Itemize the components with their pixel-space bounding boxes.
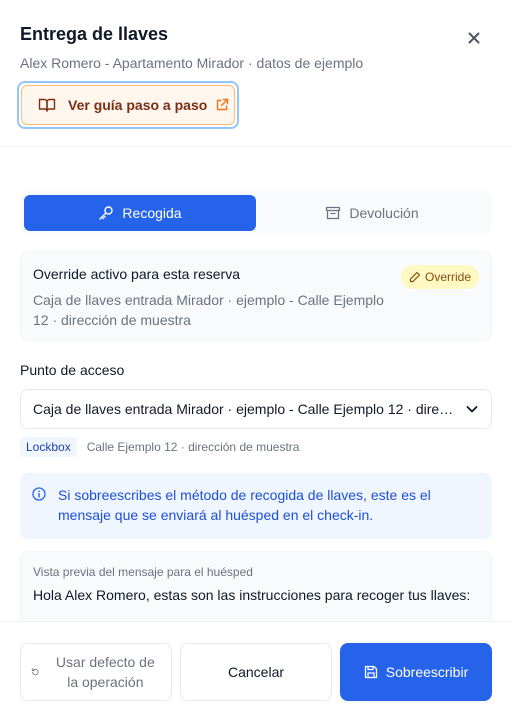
access-point-address: Calle Ejemplo 12 · dirección de muestra <box>86 440 300 454</box>
use-default-label: Usar defecto de la operación <box>55 654 155 690</box>
modal-subtitle: Alex Romero - Apartamento Mirador · dato… <box>20 55 364 71</box>
undo-icon <box>31 668 39 676</box>
modal-footer: Usar defecto de la operación Cancelar So… <box>0 621 512 720</box>
info-alert-text: Si sobreescribes el método de recogida d… <box>58 487 431 523</box>
access-point-label: Punto de acceso <box>20 362 125 378</box>
access-point-selected-value: Caja de llaves entrada Mirador · ejemplo… <box>33 401 457 417</box>
message-preview-caption: Vista previa del mensaje para el huésped <box>33 565 253 579</box>
tab-recogida[interactable]: Recogida <box>24 195 256 231</box>
info-icon <box>32 487 46 501</box>
override-button-label: Sobreescribir <box>385 664 469 680</box>
header-divider <box>0 146 512 147</box>
tab-recogida-label: Recogida <box>122 205 182 221</box>
close-button[interactable] <box>462 26 486 50</box>
cancel-label: Cancelar <box>227 664 285 680</box>
override-description: Caja de llaves entrada Mirador · ejemplo… <box>33 292 384 328</box>
tab-devolucion-label: Devolución <box>349 205 419 221</box>
override-card: Override activo para esta reserva Caja d… <box>20 251 492 341</box>
chevron-down-icon <box>466 406 478 413</box>
access-point-select[interactable]: Caja de llaves entrada Mirador · ejemplo… <box>20 389 492 429</box>
modal-title: Entrega de llaves <box>20 24 169 44</box>
archive-icon <box>326 206 341 220</box>
override-button[interactable]: Sobreescribir <box>340 643 492 701</box>
key-handover-modal: Entrega de llaves Alex Romero - Apartame… <box>0 0 512 720</box>
guide-button[interactable]: Ver guía paso a paso <box>21 85 235 125</box>
book-open-icon <box>38 98 56 112</box>
close-icon <box>468 32 480 44</box>
tab-devolucion[interactable]: Devolución <box>256 195 488 231</box>
pencil-icon <box>409 271 421 283</box>
save-icon <box>364 665 377 679</box>
cancel-button[interactable]: Cancelar <box>180 643 332 701</box>
override-badge-label: Override <box>424 270 471 284</box>
use-default-button[interactable]: Usar defecto de la operación <box>20 643 172 701</box>
handover-tabs: Recogida Devolución <box>20 191 492 235</box>
lockbox-badge: Lockbox <box>20 437 77 457</box>
external-link-icon <box>217 98 229 111</box>
guide-button-focus-ring: Ver guía paso a paso <box>17 81 239 129</box>
key-icon <box>99 206 114 220</box>
guide-button-label: Ver guía paso a paso <box>68 97 208 113</box>
info-alert: Si sobreescribes el método de recogida d… <box>20 473 492 539</box>
override-badge: Override <box>400 265 479 289</box>
message-preview-text: Hola Alex Romero, estas son las instrucc… <box>33 587 471 603</box>
access-point-meta: Lockbox Calle Ejemplo 12 · dirección de … <box>20 437 299 457</box>
